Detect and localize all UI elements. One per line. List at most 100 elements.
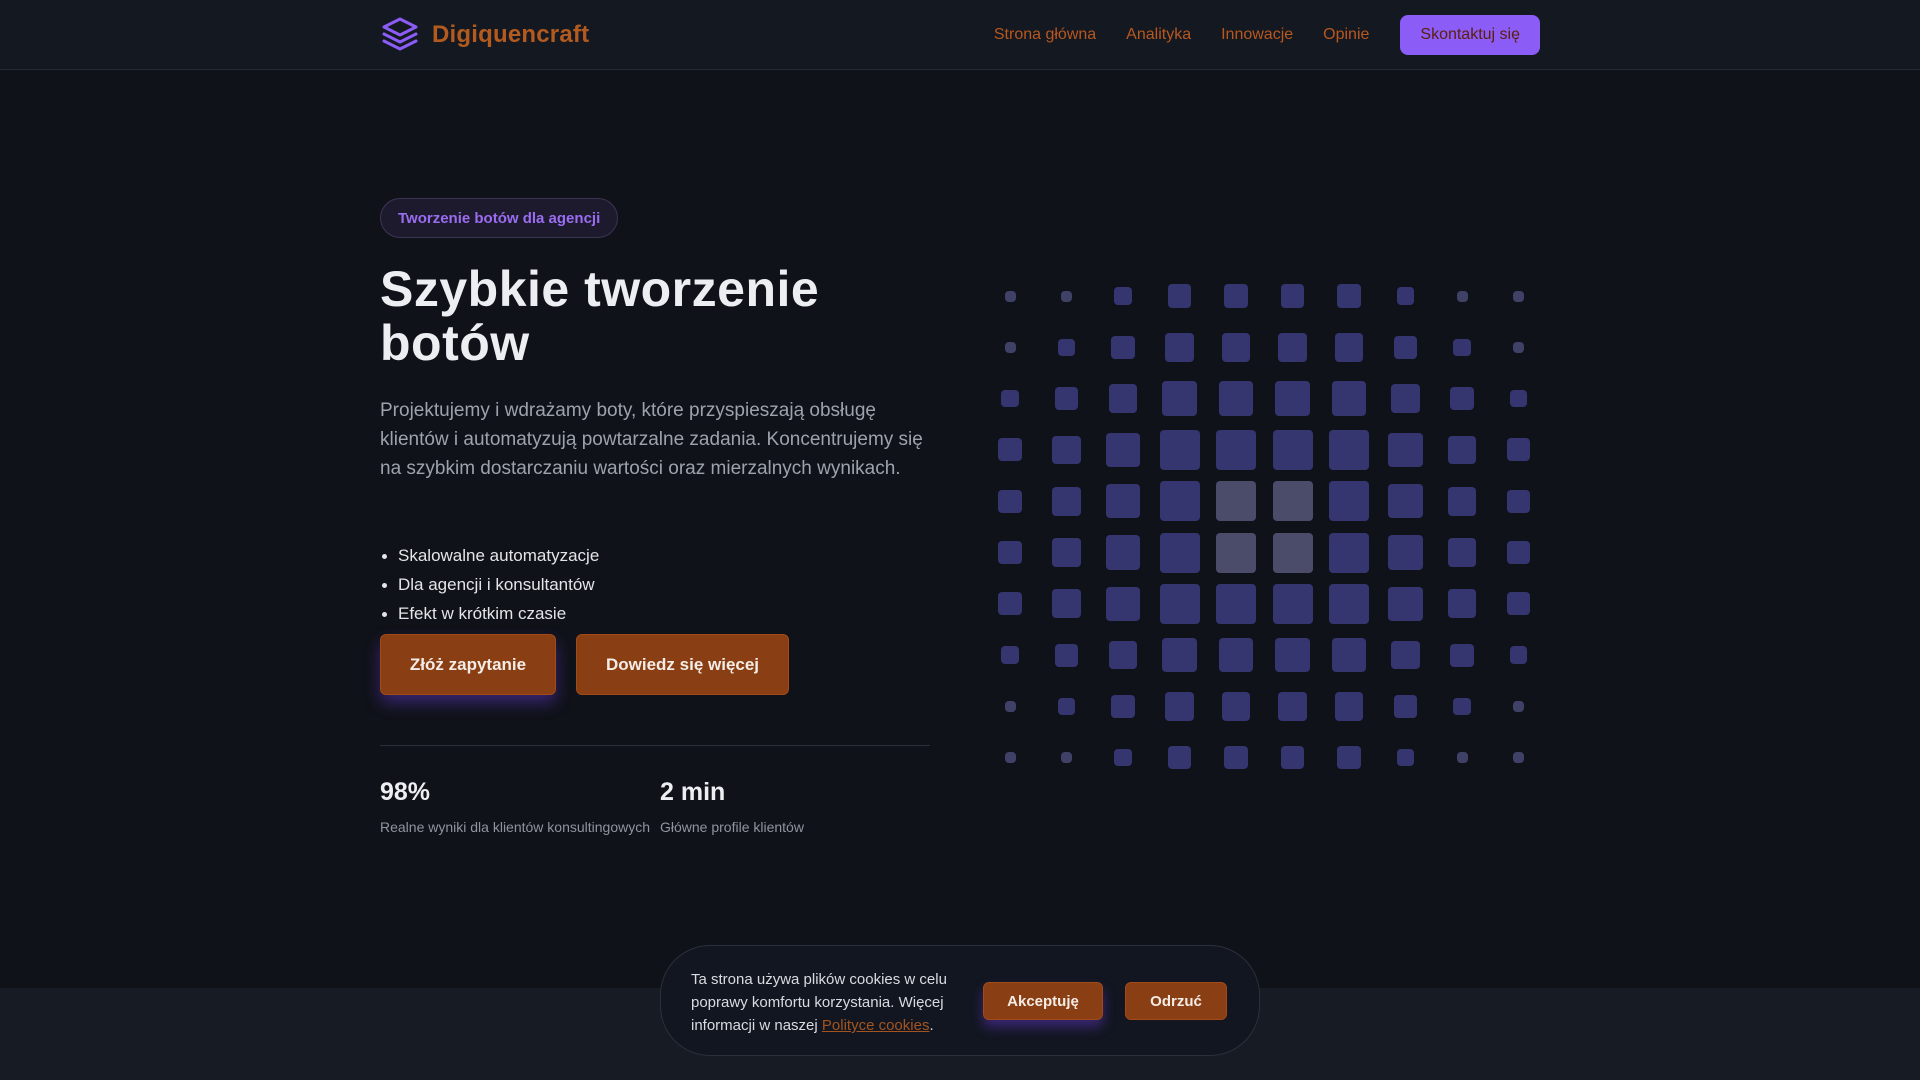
grid-square (1167, 746, 1192, 770)
grid-square (1159, 583, 1200, 624)
grid-square (1513, 700, 1524, 712)
grid-square (1329, 481, 1369, 522)
contact-button[interactable]: Skontaktuj się (1400, 15, 1540, 55)
grid-square (1004, 700, 1016, 712)
grid-square (1216, 429, 1256, 470)
cookie-accept-button[interactable]: Akceptuję (983, 982, 1103, 1020)
grid-square (1513, 341, 1524, 353)
grid-square (1004, 341, 1016, 353)
grid-square (1388, 535, 1423, 570)
grid-square (1272, 481, 1313, 522)
submit-inquiry-button[interactable]: Złóż zapytanie (380, 634, 556, 695)
divider (380, 745, 930, 746)
grid-square (1509, 646, 1528, 664)
grid-square (1272, 429, 1313, 470)
grid-square (1329, 532, 1369, 573)
grid-square (1054, 643, 1079, 667)
grid-square (1396, 748, 1415, 767)
hero-badge: Tworzenie botów dla agencji (380, 198, 619, 238)
site-header: Digiquencraft Strona główna Analityka In… (0, 0, 1920, 70)
grid-square (1052, 589, 1081, 619)
grid-square (1165, 692, 1194, 721)
grid-square (1275, 637, 1310, 673)
grid-square (1105, 432, 1141, 468)
grid-square (1396, 287, 1415, 305)
grid-square (1221, 332, 1251, 362)
grid-square (1331, 637, 1367, 673)
grid-square (1057, 697, 1076, 716)
grid-square (1105, 586, 1141, 621)
grid-square (1506, 540, 1531, 565)
hero-title: Szybkie tworzenie botów (380, 262, 940, 370)
grid-square (1221, 692, 1251, 721)
grid-square (1216, 481, 1256, 522)
header-inner: Digiquencraft Strona główna Analityka In… (380, 0, 1540, 70)
main-nav: Strona główna Analityka Innowacje Opinie… (964, 15, 1540, 55)
grid-square (1162, 637, 1197, 673)
stat-value: 2 min (660, 778, 726, 806)
grid-square (1506, 438, 1531, 462)
grid-square (1108, 384, 1138, 413)
nav-link-home[interactable]: Strona główna (994, 26, 1096, 44)
grid-square (1052, 435, 1081, 465)
grid-square (1165, 332, 1194, 362)
grid-square (1001, 646, 1019, 664)
nav-link-innovations[interactable]: Innowacje (1221, 26, 1293, 44)
feature-item: Skalowalne automatyzacje (380, 541, 940, 570)
grid-square (1114, 287, 1132, 305)
grid-square (1054, 387, 1079, 411)
grid-square (1218, 381, 1254, 416)
grid-square (1159, 532, 1200, 573)
learn-more-button[interactable]: Dowiedz się więcej (576, 634, 789, 695)
grid-square (1391, 384, 1420, 413)
grid-square (1337, 746, 1361, 770)
grid-square (1388, 586, 1423, 621)
brand[interactable]: Digiquencraft (380, 15, 589, 55)
grid-square (1216, 583, 1256, 624)
grid-square (1509, 389, 1528, 408)
cookie-policy-link[interactable]: Polityce cookies (822, 1017, 930, 1034)
brand-name: Digiquencraft (432, 21, 590, 48)
grid-square (1280, 284, 1305, 308)
grid-square (1447, 538, 1477, 567)
cookie-text: Ta strona używa plików cookies w celu po… (691, 968, 981, 1037)
grid-square (1447, 589, 1477, 619)
cookie-banner: Ta strona używa plików cookies w celu po… (660, 945, 1260, 1056)
grid-square (1159, 429, 1200, 470)
stat-item: 2 min Główne profile klientów (660, 778, 940, 835)
grid-square (1334, 332, 1364, 362)
decorative-grid (990, 276, 1550, 796)
grid-square (1162, 381, 1197, 416)
grid-square (1061, 290, 1072, 302)
hero-buttons: Złóż zapytanie Dowiedz się więcej (380, 634, 940, 695)
grid-square (1216, 532, 1256, 573)
feature-item: Dla agencji i konsultantów (380, 570, 940, 599)
grid-square (1108, 640, 1138, 670)
grid-square (1456, 290, 1468, 302)
feature-list: Skalowalne automatyzacje Dla agencji i k… (380, 541, 940, 628)
grid-square (1450, 643, 1474, 667)
nav-link-analytics[interactable]: Analityka (1126, 26, 1191, 44)
cookie-period: . (929, 1017, 934, 1034)
grid-square (998, 438, 1022, 462)
nav-link-reviews[interactable]: Opinie (1323, 26, 1369, 44)
grid-square (1506, 489, 1531, 513)
hero-description: Projektujemy i wdrażamy boty, które przy… (380, 400, 923, 479)
grid-square (1388, 484, 1423, 519)
cookie-reject-button[interactable]: Odrzuć (1125, 982, 1227, 1020)
grid-square (1105, 535, 1141, 570)
grid-square (1114, 748, 1132, 767)
grid-square (1057, 338, 1076, 357)
hero-section: Tworzenie botów dla agencji Szybkie twor… (380, 198, 940, 835)
grid-square (1388, 432, 1423, 468)
grid-square (1218, 637, 1254, 673)
grid-square (1447, 435, 1477, 465)
grid-square (1393, 694, 1418, 718)
grid-square (1280, 746, 1305, 770)
grid-square (1111, 694, 1135, 718)
feature-item: Efekt w krótkim czasie (380, 599, 940, 628)
hero-title-line2: botów (380, 315, 530, 371)
grid-square (1453, 338, 1471, 357)
grid-square (1052, 486, 1081, 516)
grid-square (1224, 284, 1248, 308)
